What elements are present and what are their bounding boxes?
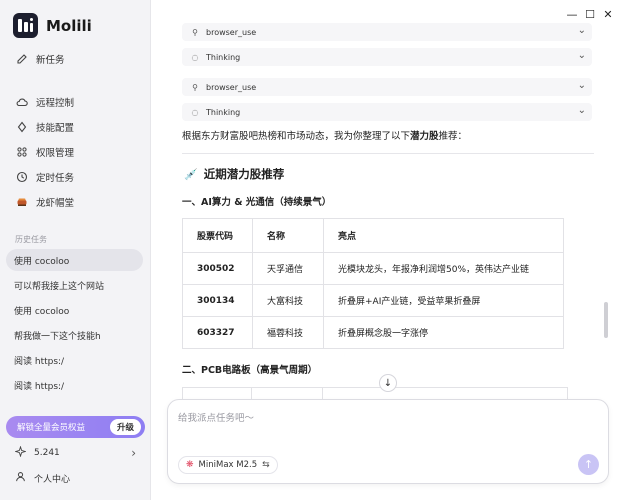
task-input[interactable]: 给我派点任务吧～ (178, 410, 254, 424)
stock-highlight: 折叠屏概念股一字涨停 (323, 316, 564, 349)
tool-label: Thinking (206, 107, 241, 117)
sidebar-item-remote[interactable]: 远程控制 (8, 90, 143, 114)
chevron-down-icon: ⌄ (577, 50, 586, 61)
sidebar-item-label: 技能配置 (36, 123, 75, 134)
sidebar-item-permissions[interactable]: 权限管理 (8, 140, 143, 164)
stock-code: 300134 (182, 284, 253, 317)
history-item[interactable]: 帮我做一下这个技能h (6, 324, 143, 346)
new-task-label: 新任务 (36, 55, 65, 66)
edit-icon (16, 53, 28, 65)
history-item[interactable]: 可以帮我接上这个网站 (6, 274, 143, 296)
message-intro: 根据东方财富股吧热榜和市场动态，我为你整理了以下潜力股推荐： (182, 131, 468, 142)
tool-label: browser_use (206, 82, 257, 92)
tool-call-thinking[interactable]: ◌ Thinking ⌄ (182, 48, 592, 66)
sidebar-item-label: 权限管理 (36, 148, 75, 159)
brand[interactable]: Molili (13, 13, 92, 38)
stock-highlight: 光模块龙头，年报净利润增50%，英伟达产业链 (323, 252, 564, 285)
stock-name: 福蓉科技 (252, 316, 324, 349)
stock-name: 天孚通信 (252, 252, 324, 285)
diamond-icon (16, 121, 28, 133)
app-logo (13, 13, 38, 38)
tool-label: Thinking (206, 52, 241, 62)
history-section-label: 历史任务 (15, 235, 47, 244)
vip-banner[interactable]: 解锁全量会员权益 升级 (6, 416, 145, 438)
history-item[interactable]: 阅读 https:/ (6, 374, 143, 396)
chevron-right-icon: › (131, 446, 136, 460)
table-header: 名称 (252, 218, 324, 253)
stock-highlight: 折叠屏+AI产业链，受益苹果折叠屏 (323, 284, 564, 317)
bulb-icon: ◌ (191, 107, 199, 117)
tool-label: browser_use (206, 27, 257, 37)
table-row: 603327 福蓉科技 折叠屏概念股一字涨停 (182, 316, 564, 349)
sidebar-item-label: 定时任务 (36, 173, 75, 184)
cloud-icon (16, 96, 28, 108)
history-item[interactable]: 阅读 https:/ (6, 349, 143, 371)
stock-name: 大富科技 (252, 284, 324, 317)
section-heading: 一、AI算力 & 光通信（持续景气） (182, 197, 332, 208)
tool-call-thinking[interactable]: ◌ Thinking ⌄ (182, 103, 592, 121)
points-value: 5.241 (34, 448, 60, 458)
grid-icon (16, 146, 28, 158)
divider (182, 153, 594, 154)
app-name: Molili (46, 16, 92, 35)
table-row: 300134 大富科技 折叠屏+AI产业链，受益苹果折叠屏 (182, 284, 564, 317)
syringe-icon: 💉 (184, 167, 198, 181)
chevron-down-icon: ⌄ (577, 105, 586, 116)
profile-link[interactable]: 个人中心 (14, 470, 70, 486)
sidebar-item-lobster[interactable]: 龙虾帽堂 (8, 190, 143, 214)
sidebar-item-scheduled[interactable]: 定时任务 (8, 165, 143, 189)
chat-area: ⚲ browser_use ⌄ ◌ Thinking ⌄ ⚲ browser_u… (151, 0, 625, 500)
sidebar-item-skills[interactable]: 技能配置 (8, 115, 143, 139)
chevron-down-icon: ⌄ (577, 25, 586, 36)
history-item[interactable]: 使用 cocoloo (6, 299, 143, 321)
scrollbar-thumb[interactable] (604, 302, 608, 338)
tool-call-browser-use[interactable]: ⚲ browser_use ⌄ (182, 23, 592, 41)
send-button[interactable]: ↑ (578, 454, 599, 475)
bulb-icon: ◌ (191, 52, 199, 62)
table-header: 亮点 (323, 218, 564, 253)
composer[interactable]: 给我派点任务吧～ ❋ MiniMax M2.5 ⇆ ↑ (167, 399, 609, 484)
sidebar: Molili 新任务 远程控制 技能配置 权限管理 定时任务 龙虾帽堂 历史任务… (0, 0, 151, 500)
table-row: 300502 天孚通信 光模块龙头，年报净利润增50%，英伟达产业链 (182, 252, 564, 285)
new-task-button[interactable]: 新任务 (8, 47, 143, 71)
history-item[interactable]: 使用 cocoloo (6, 249, 143, 271)
vip-label: 解锁全量会员权益 (17, 423, 86, 433)
key-icon: ⚲ (192, 27, 198, 37)
intro-bold: 潜力股 (410, 131, 439, 142)
table-header: 股票代码 (182, 218, 253, 253)
tool-call-browser-use[interactable]: ⚲ browser_use ⌄ (182, 78, 592, 96)
profile-label: 个人中心 (34, 474, 71, 485)
user-icon (14, 471, 26, 485)
stock-code: 300502 (182, 252, 253, 285)
stock-table: 股票代码 名称 亮点 300502 天孚通信 光模块龙头，年报净利润增50%，英… (182, 218, 564, 349)
clock-icon (16, 171, 28, 183)
model-name: MiniMax M2.5 (198, 460, 258, 470)
section-heading: 二、PCB电路板（高景气周期） (182, 365, 318, 376)
table-partial (182, 387, 568, 400)
stock-code: 603327 (182, 316, 253, 349)
upgrade-button[interactable]: 升级 (109, 419, 141, 435)
key-icon: ⚲ (192, 82, 198, 92)
waveform-icon: ❋ (186, 460, 194, 470)
scroll-to-bottom-button[interactable]: ↓ (379, 374, 397, 392)
sidebar-item-label: 龙虾帽堂 (36, 198, 75, 209)
lobster-icon (16, 196, 28, 208)
message-heading: 💉 近期潜力股推荐 (184, 167, 285, 181)
model-selector[interactable]: ❋ MiniMax M2.5 ⇆ (178, 456, 278, 474)
switch-icon: ⇆ (262, 460, 270, 470)
chevron-down-icon: ⌄ (577, 80, 586, 91)
sparkle-icon (13, 445, 27, 460)
points-row[interactable]: 5.241 › (13, 445, 136, 461)
sidebar-item-label: 远程控制 (36, 98, 75, 109)
